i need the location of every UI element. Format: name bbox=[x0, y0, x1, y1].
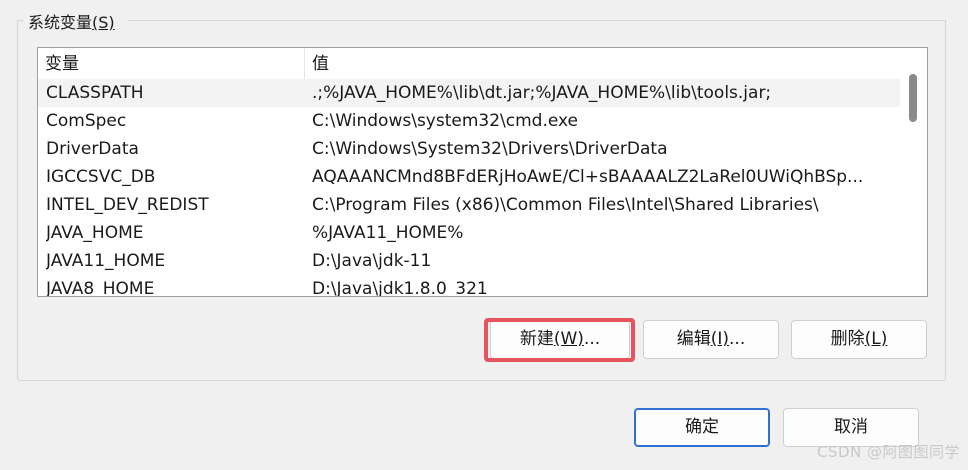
edit-button-label: 编辑 bbox=[676, 329, 711, 349]
vertical-scrollbar[interactable] bbox=[900, 48, 927, 296]
variable-name: DriverData bbox=[46, 139, 139, 159]
edit-button[interactable]: 编辑(I)... bbox=[643, 320, 779, 359]
new-button-ellipsis: ... bbox=[583, 329, 601, 349]
edit-button-ellipsis: ... bbox=[729, 329, 746, 349]
new-button[interactable]: 新建(W)... bbox=[490, 320, 630, 359]
delete-button[interactable]: 删除(L) bbox=[791, 320, 927, 359]
table-row[interactable]: INTEL_DEV_REDIST C:\Program Files (x86)\… bbox=[38, 191, 901, 219]
variable-name: INTEL_DEV_REDIST bbox=[46, 195, 209, 215]
watermark-text: CSDN @阿图图同学 bbox=[816, 443, 960, 461]
group-title-accel: (S) bbox=[92, 13, 115, 32]
variable-name: JAVA_HOME bbox=[46, 223, 144, 243]
system-variables-list[interactable]: 变量 值 CLASSPATH .;%JAVA_HOME%\lib\dt.jar;… bbox=[37, 47, 928, 297]
delete-button-accel: (L) bbox=[864, 329, 888, 349]
variable-name: IGCCSVC_DB bbox=[46, 167, 156, 187]
variable-name: JAVA8_HOME bbox=[46, 279, 155, 297]
table-row[interactable]: JAVA11_HOME D:\Java\jdk-11 bbox=[38, 247, 901, 275]
table-row[interactable]: CLASSPATH .;%JAVA_HOME%\lib\dt.jar;%JAVA… bbox=[38, 79, 901, 107]
variable-value: .;%JAVA_HOME%\lib\dt.jar;%JAVA_HOME%\lib… bbox=[312, 83, 772, 103]
edit-button-accel: (I) bbox=[710, 329, 730, 349]
group-title: 系统变量(S) bbox=[26, 9, 117, 33]
table-row[interactable]: JAVA8_HOME D:\Java\jdk1.8.0_321 bbox=[38, 275, 901, 297]
table-row[interactable]: JAVA_HOME %JAVA11_HOME% bbox=[38, 219, 901, 247]
ok-button[interactable]: 确定 bbox=[634, 408, 770, 447]
table-row[interactable]: IGCCSVC_DB AQAAANCMnd8BFdERjHoAwE/Cl+sBA… bbox=[38, 163, 901, 191]
variable-value: AQAAANCMnd8BFdERjHoAwE/Cl+sBAAAALZ2LaRel… bbox=[312, 167, 864, 187]
variable-value: C:\Program Files (x86)\Common Files\Inte… bbox=[312, 195, 819, 215]
delete-button-label: 删除 bbox=[830, 329, 865, 349]
table-row[interactable]: DriverData C:\Windows\System32\Drivers\D… bbox=[38, 135, 901, 163]
variable-value: C:\Windows\System32\Drivers\DriverData bbox=[312, 139, 668, 159]
column-header-value[interactable]: 值 bbox=[305, 48, 901, 79]
new-button-label: 新建 bbox=[519, 329, 554, 349]
variable-value: %JAVA11_HOME% bbox=[312, 223, 464, 243]
group-title-text: 系统变量 bbox=[28, 13, 93, 32]
variable-value: C:\Windows\system32\cmd.exe bbox=[312, 111, 579, 131]
variable-value: D:\Java\jdk-11 bbox=[312, 251, 432, 271]
table-row[interactable]: ComSpec C:\Windows\system32\cmd.exe bbox=[38, 107, 901, 135]
column-header-variable[interactable]: 变量 bbox=[38, 48, 305, 79]
list-body: CLASSPATH .;%JAVA_HOME%\lib\dt.jar;%JAVA… bbox=[38, 79, 901, 297]
variable-name: JAVA11_HOME bbox=[46, 251, 166, 271]
variable-name: CLASSPATH bbox=[46, 83, 144, 103]
variable-name: ComSpec bbox=[46, 111, 127, 131]
new-button-accel: (W) bbox=[553, 329, 584, 349]
scrollbar-thumb[interactable] bbox=[909, 74, 917, 122]
list-header: 变量 值 bbox=[38, 48, 901, 79]
variable-value: D:\Java\jdk1.8.0_321 bbox=[312, 279, 488, 297]
